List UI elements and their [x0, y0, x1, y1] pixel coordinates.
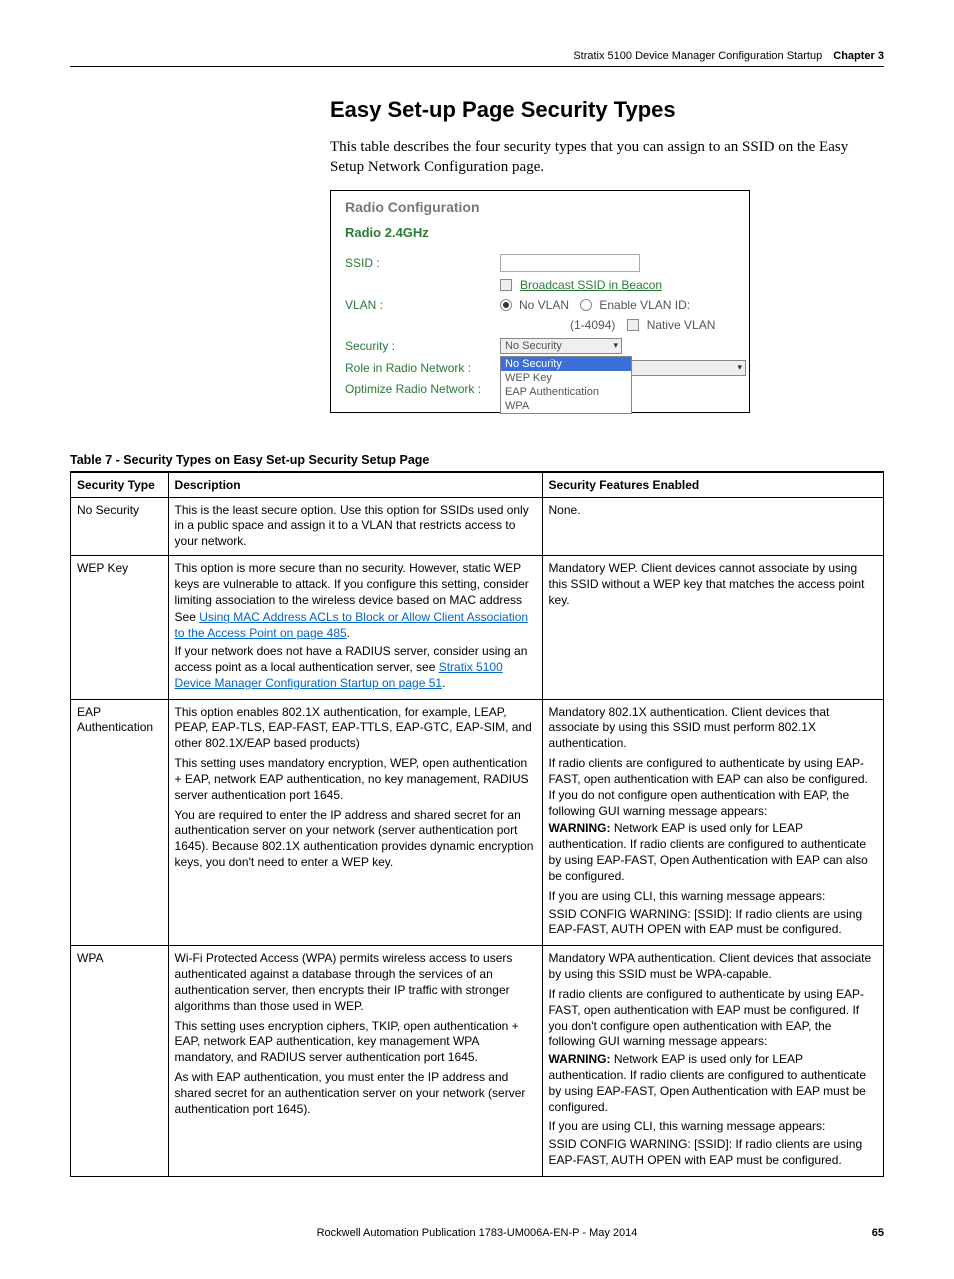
cell-feat: Mandatory WEP. Client devices cannot ass… [542, 555, 883, 699]
vlan-range-text: (1-4094) [570, 318, 615, 332]
table-row: WEP Key This option is more secure than … [71, 555, 884, 699]
security-option-no-security[interactable]: No Security [501, 357, 631, 371]
th-security-type: Security Type [71, 472, 169, 498]
section-heading: Easy Set-up Page Security Types [330, 97, 884, 123]
cell-type: WPA [71, 946, 169, 1177]
native-vlan-text: Native VLAN [647, 318, 716, 332]
role-select[interactable] [624, 360, 746, 376]
security-option-wep[interactable]: WEP Key [501, 371, 631, 385]
radio-config-screenshot: Radio Configuration Radio 2.4GHz SSID : … [330, 190, 750, 413]
broadcast-checkbox[interactable] [500, 279, 512, 291]
cell-desc: Wi-Fi Protected Access (WPA) permits wir… [168, 946, 542, 1177]
cell-type: No Security [71, 497, 169, 555]
cell-feat: Mandatory WPA authentication. Client dev… [542, 946, 883, 1177]
security-dropdown-list: No Security WEP Key EAP Authentication W… [500, 356, 632, 414]
footer-page-number: 65 [844, 1227, 884, 1239]
screenshot-title: Radio Configuration [345, 199, 735, 215]
table-row: WPA Wi-Fi Protected Access (WPA) permits… [71, 946, 884, 1177]
no-vlan-radio[interactable] [500, 299, 512, 311]
cell-feat: None. [542, 497, 883, 555]
cell-desc: This is the least secure option. Use thi… [168, 497, 542, 555]
cell-type: EAP Authentication [71, 699, 169, 946]
role-label: Role in Radio Network : [345, 361, 500, 375]
security-option-wpa[interactable]: WPA [501, 399, 631, 413]
th-features: Security Features Enabled [542, 472, 883, 498]
header-chapter: Chapter 3 [833, 50, 884, 62]
security-label: Security : [345, 339, 500, 353]
page-footer: Rockwell Automation Publication 1783-UM0… [70, 1227, 884, 1239]
no-vlan-text: No VLAN [519, 298, 569, 312]
vlan-label: VLAN : [345, 298, 500, 312]
enable-vlan-radio[interactable] [580, 299, 592, 311]
footer-publication: Rockwell Automation Publication 1783-UM0… [110, 1227, 844, 1239]
intro-paragraph: This table describes the four security t… [330, 137, 884, 178]
cell-desc: This option enables 802.1X authenticatio… [168, 699, 542, 946]
enable-vlan-text: Enable VLAN ID: [599, 298, 690, 312]
ssid-label: SSID : [345, 256, 500, 270]
security-types-table: Security Type Description Security Featu… [70, 471, 884, 1177]
ssid-input[interactable] [500, 254, 640, 272]
page-header: Stratix 5100 Device Manager Configuratio… [70, 50, 884, 67]
header-title: Stratix 5100 Device Manager Configuratio… [573, 50, 822, 62]
screenshot-subtitle: Radio 2.4GHz [345, 225, 735, 240]
security-select[interactable]: No Security [500, 338, 622, 354]
table-caption: Table 7 - Security Types on Easy Set-up … [70, 453, 884, 467]
table-row: EAP Authentication This option enables 8… [71, 699, 884, 946]
optimize-label: Optimize Radio Network : [345, 382, 500, 396]
cell-desc: This option is more secure than no secur… [168, 555, 542, 699]
th-description: Description [168, 472, 542, 498]
mac-acl-link[interactable]: Using MAC Address ACLs to Block or Allow… [175, 610, 529, 640]
cell-type: WEP Key [71, 555, 169, 699]
broadcast-ssid-link[interactable]: Broadcast SSID in Beacon [520, 278, 662, 292]
table-row: No Security This is the least secure opt… [71, 497, 884, 555]
cell-feat: Mandatory 802.1X authentication. Client … [542, 699, 883, 946]
native-vlan-checkbox[interactable] [627, 319, 639, 331]
security-option-eap[interactable]: EAP Authentication [501, 385, 631, 399]
